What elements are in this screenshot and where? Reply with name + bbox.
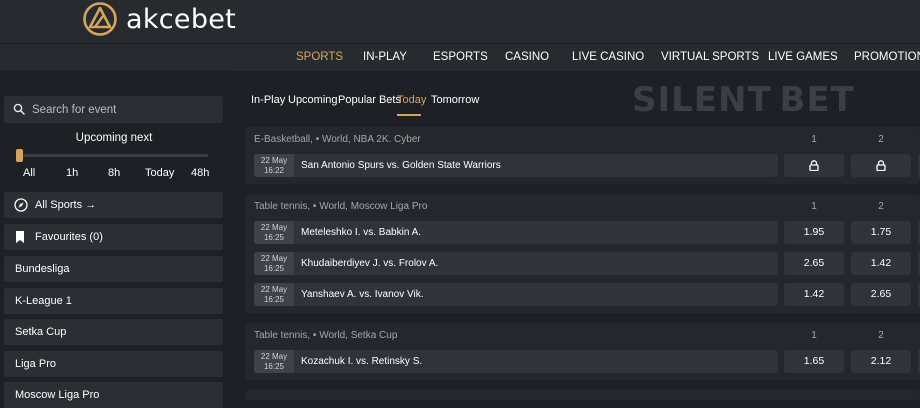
main-nav: SPORTS IN-PLAY ESPORTS CASINO LIVE CASIN…	[0, 43, 920, 71]
nav-in-play[interactable]: IN-PLAY	[363, 44, 407, 71]
event-date: 22 May 16:25	[254, 283, 294, 306]
event-row[interactable]: 22 May 16:25 Kozachuk I. vs. Retinsky S.	[254, 350, 778, 373]
league-title: Table tennis, • World, Moscow Liga Pro	[254, 201, 428, 212]
event-group-header: Table tennis, • World, Setka Cup 1 2	[246, 323, 920, 349]
search-box	[4, 96, 223, 123]
brand-logo[interactable]: akcebet	[82, 1, 236, 37]
time-option-1h[interactable]: 1h	[66, 167, 78, 179]
odds-button-2[interactable]: 2.65	[851, 283, 911, 306]
tab-popular-bets[interactable]: Popular Bets	[338, 94, 401, 106]
event-row[interactable]: 22 May 16:25 Yanshaev A. vs. Ivanov Vik.	[254, 283, 778, 306]
compass-icon	[14, 198, 28, 212]
league-title: Table tennis, • World, Setka Cup	[254, 330, 398, 341]
odds-button-1[interactable]: 1.42	[784, 283, 844, 306]
sidebar-item-label: Setka Cup	[15, 326, 67, 338]
all-sports-link[interactable]: All Sports →	[4, 192, 223, 218]
tab-in-play[interactable]: In-Play	[251, 94, 285, 106]
odds-column-2-header: 2	[878, 201, 884, 212]
time-slider-handle[interactable]	[16, 149, 23, 162]
odds-button-2[interactable]: 2.12	[851, 350, 911, 373]
sidebar-item-moscow-liga-pro[interactable]: Moscow Liga Pro	[4, 382, 223, 408]
lock-icon	[876, 160, 886, 171]
odds-column-1-header: 1	[811, 134, 817, 145]
event-group	[246, 390, 920, 400]
time-slider-track[interactable]	[16, 154, 208, 157]
odds-column-1-header: 1	[811, 330, 817, 341]
event-teams: Yanshaev A. vs. Ivanov Vik.	[301, 289, 424, 300]
event-teams: Meteleshko I. vs. Babkin A.	[301, 227, 422, 238]
event-date: 22 May 16:25	[254, 221, 294, 244]
odds-button-1[interactable]	[784, 154, 844, 177]
active-tab-indicator	[397, 114, 421, 116]
favourites-label: Favourites (0)	[35, 231, 103, 243]
tab-today[interactable]: Today	[397, 94, 426, 106]
nav-casino[interactable]: CASINO	[505, 44, 549, 71]
all-sports-label: All Sports →	[35, 199, 97, 211]
event-date: 22 May 16:25	[254, 350, 294, 373]
sidebar-item-label: Moscow Liga Pro	[15, 389, 100, 401]
tab-tomorrow[interactable]: Tomorrow	[431, 94, 479, 106]
event-group: E-Basketball, • World, NBA 2K. Cyber 1 2…	[246, 127, 920, 184]
logo-icon	[83, 2, 117, 36]
watermark: SILENT BET	[632, 80, 855, 120]
nav-esports[interactable]: ESPORTS	[433, 44, 488, 71]
nav-live-games[interactable]: LIVE GAMES	[768, 44, 838, 71]
event-group-header: E-Basketball, • World, NBA 2K. Cyber 1 2	[246, 127, 920, 153]
sidebar-item-k-league-1[interactable]: K-League 1	[4, 288, 223, 314]
event-teams: Khudaiberdiyev J. vs. Frolov A.	[301, 258, 439, 269]
nav-promotions[interactable]: PROMOTIONS	[854, 44, 920, 71]
odds-button-1[interactable]: 2.65	[784, 252, 844, 275]
odds-button-2[interactable]: 1.75	[851, 221, 911, 244]
sidebar-item-bundesliga[interactable]: Bundesliga	[4, 256, 223, 282]
search-icon	[13, 103, 25, 115]
event-group: Table tennis, • World, Setka Cup 1 2 22 …	[246, 323, 920, 380]
site-header: akcebet	[0, 0, 920, 43]
event-teams: San Antonio Spurs vs. Golden State Warri…	[301, 160, 501, 171]
sidebar-item-label: Bundesliga	[15, 263, 70, 275]
time-option-today[interactable]: Today	[145, 167, 174, 179]
nav-virtual-sports[interactable]: VIRTUAL SPORTS	[661, 44, 759, 71]
favourites-link[interactable]: Favourites (0)	[4, 224, 223, 250]
sidebar-item-setka-cup[interactable]: Setka Cup	[4, 319, 223, 345]
event-teams: Kozachuk I. vs. Retinsky S.	[301, 356, 423, 367]
sidebar-item-label: K-League 1	[15, 295, 72, 307]
odds-button-1[interactable]: 1.65	[784, 350, 844, 373]
main-content: SILENT BET In-Play Upcoming Popular Bets…	[232, 70, 920, 400]
search-input[interactable]	[32, 96, 217, 123]
time-option-all[interactable]: All	[23, 167, 35, 179]
nav-sports[interactable]: SPORTS	[296, 44, 343, 71]
league-title: E-Basketball, • World, NBA 2K. Cyber	[254, 134, 421, 145]
time-option-48h[interactable]: 48h	[191, 167, 209, 179]
nav-live-casino[interactable]: LIVE CASINO	[572, 44, 644, 71]
odds-column-2-header: 2	[878, 134, 884, 145]
odds-button-2[interactable]	[851, 154, 911, 177]
event-group-header: Table tennis, • World, Moscow Liga Pro 1…	[246, 194, 920, 220]
odds-column-2-header: 2	[878, 330, 884, 341]
sidebar-item-label: Liga Pro	[15, 358, 56, 370]
upcoming-next-title: Upcoming next	[75, 132, 153, 144]
odds-column-1-header: 1	[811, 201, 817, 212]
time-option-8h[interactable]: 8h	[108, 167, 120, 179]
event-row[interactable]: 22 May 16:22 San Antonio Spurs vs. Golden…	[254, 154, 778, 177]
event-row[interactable]: 22 May 16:25 Meteleshko I. vs. Babkin A.	[254, 221, 778, 244]
bookmark-icon	[16, 231, 24, 243]
sidebar: Upcoming next All 1h 8h Today 48h All Sp…	[0, 70, 232, 408]
event-date: 22 May 16:22	[254, 154, 294, 177]
event-row[interactable]: 22 May 16:25 Khudaiberdiyev J. vs. Frolov…	[254, 252, 778, 275]
sidebar-item-liga-pro[interactable]: Liga Pro	[4, 351, 223, 377]
brand-name: akcebet	[126, 3, 237, 35]
odds-button-2[interactable]: 1.42	[851, 252, 911, 275]
event-date: 22 May 16:25	[254, 252, 294, 275]
odds-button-1[interactable]: 1.95	[784, 221, 844, 244]
tab-upcoming[interactable]: Upcoming	[288, 94, 338, 106]
lock-icon	[809, 160, 819, 171]
event-group: Table tennis, • World, Moscow Liga Pro 1…	[246, 194, 920, 313]
